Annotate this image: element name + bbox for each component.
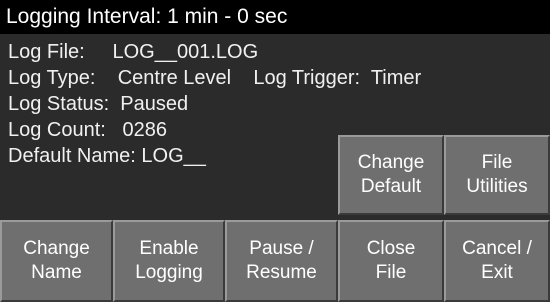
- close-file-label-2: File: [375, 262, 407, 283]
- log-count-line: Log Count: 0286: [8, 119, 168, 141]
- pause-resume-label-1: Pause /: [249, 238, 314, 259]
- enable-logging-button[interactable]: Enable Logging: [113, 220, 225, 302]
- log-status-line: Log Status: Paused: [8, 93, 189, 115]
- file-utilities-label-1: File: [481, 152, 513, 173]
- enable-logging-label-1: Enable: [139, 238, 199, 259]
- cancel-exit-label-1: Cancel /: [462, 238, 532, 259]
- pause-resume-button[interactable]: Pause / Resume: [225, 220, 338, 302]
- file-utilities-button[interactable]: File Utilities: [444, 135, 550, 215]
- file-utilities-label-2: Utilities: [466, 176, 528, 197]
- change-default-label-2: Default: [360, 176, 422, 197]
- log-type-line: Log Type: Centre Level Log Trigger: Time…: [8, 67, 422, 89]
- change-name-button[interactable]: Change Name: [0, 220, 113, 302]
- close-file-button[interactable]: Close File: [338, 220, 444, 302]
- cancel-exit-label-2: Exit: [481, 262, 513, 283]
- default-name-line: Default Name: LOG__: [8, 145, 206, 167]
- change-name-label-1: Change: [23, 238, 90, 259]
- logging-screen: Logging Interval: 1 min - 0 sec Log File…: [0, 0, 550, 302]
- log-file-line: Log File: LOG__001.LOG: [8, 41, 259, 63]
- change-default-label-1: Change: [357, 152, 425, 173]
- title-bar: Logging Interval: 1 min - 0 sec: [0, 0, 550, 34]
- change-default-button[interactable]: Change Default: [338, 135, 444, 215]
- enable-logging-label-2: Logging: [135, 262, 203, 283]
- change-name-label-2: Name: [31, 262, 82, 283]
- close-file-label-1: Close: [366, 238, 416, 259]
- pause-resume-label-2: Resume: [246, 262, 317, 283]
- cancel-exit-button[interactable]: Cancel / Exit: [444, 220, 550, 302]
